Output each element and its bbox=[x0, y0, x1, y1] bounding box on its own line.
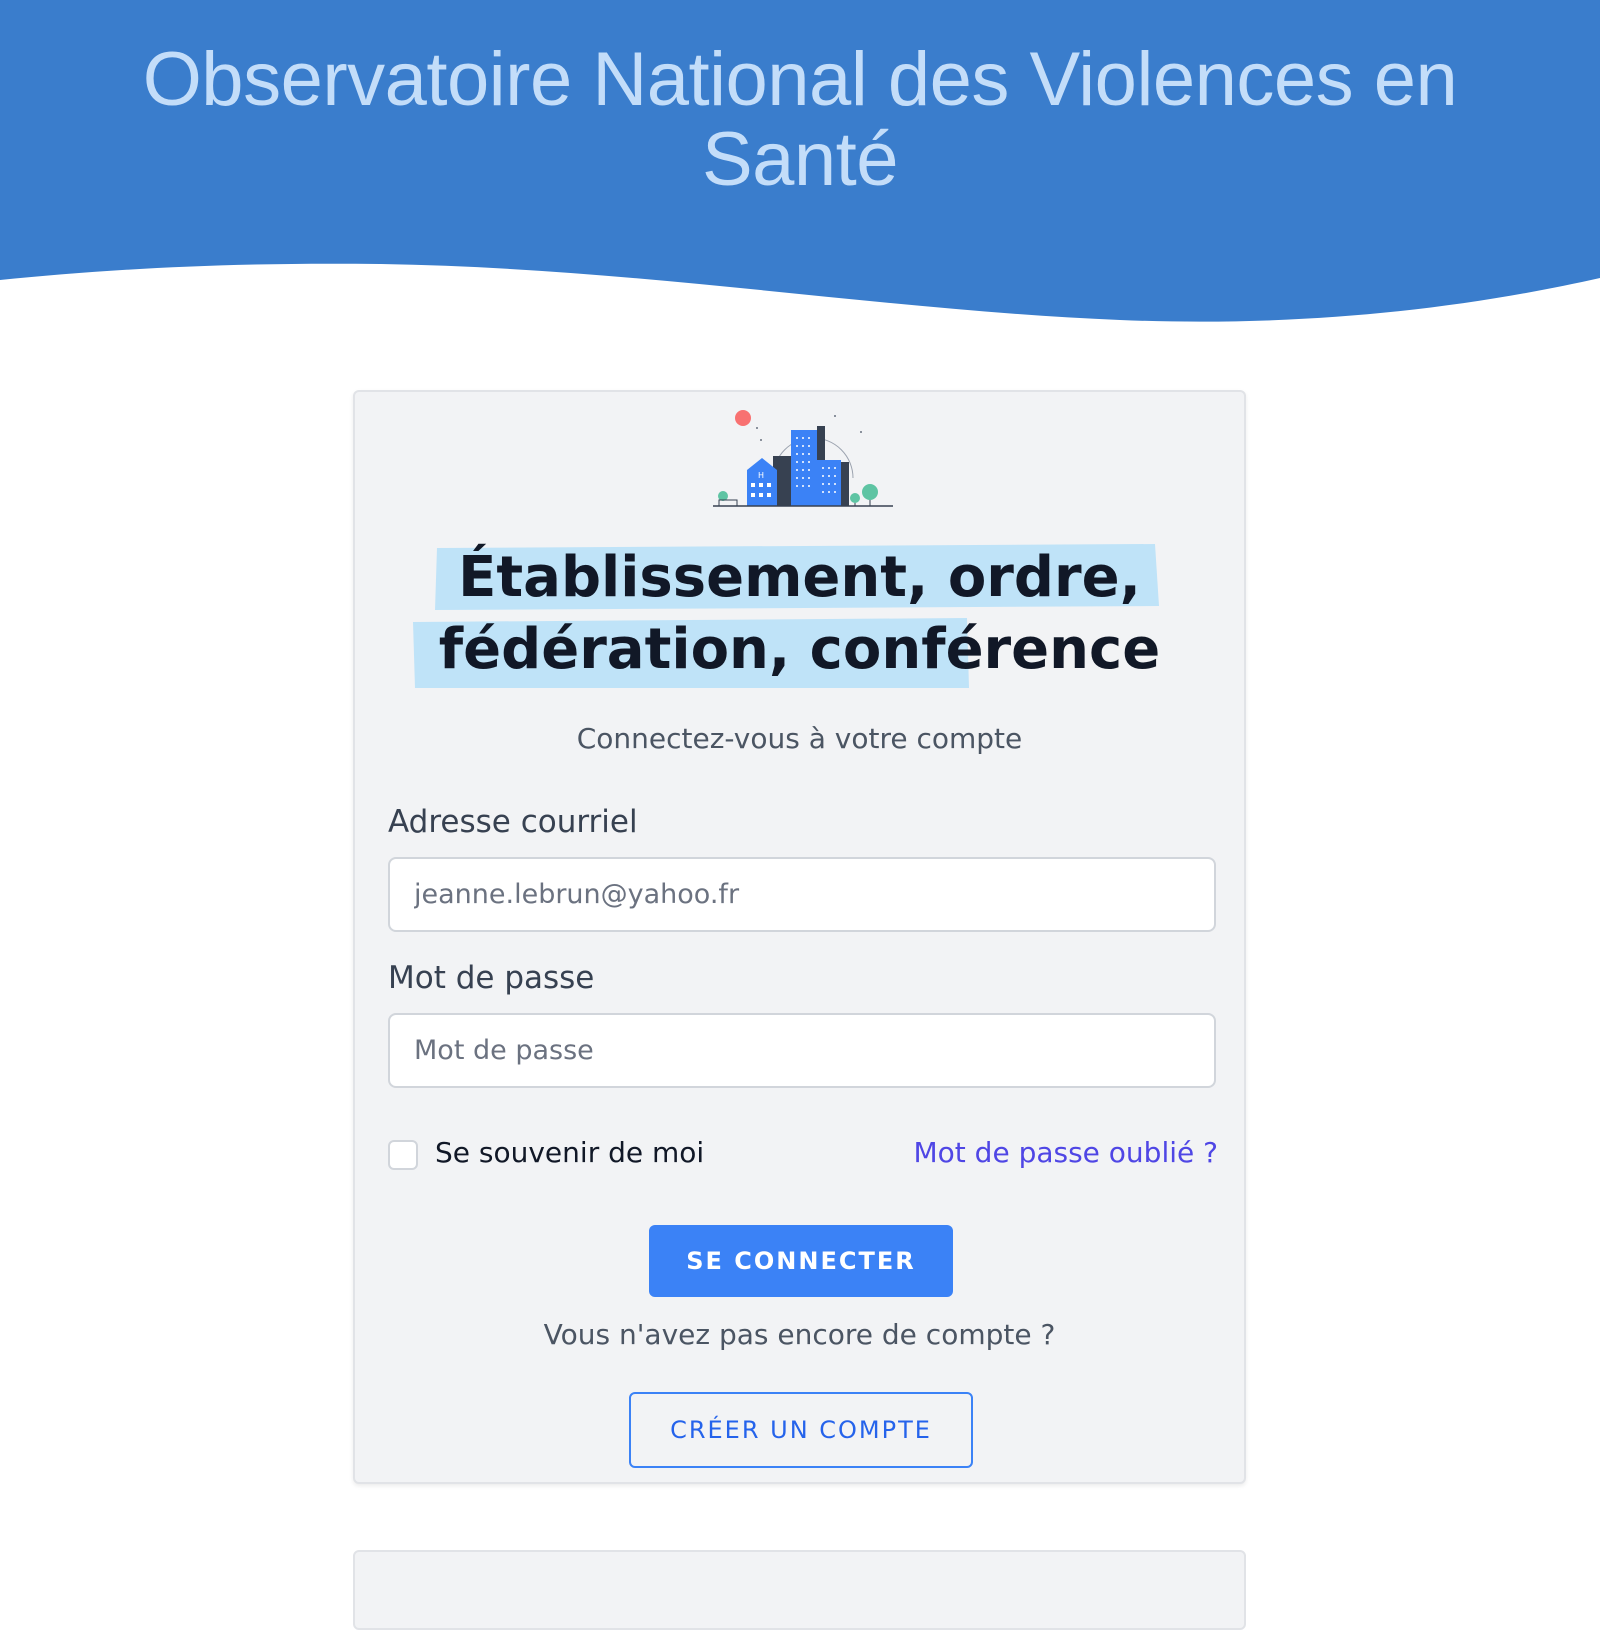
svg-text:H: H bbox=[758, 471, 764, 480]
secondary-card bbox=[353, 1550, 1246, 1630]
site-title: Observatoire National des Violences en S… bbox=[142, 37, 1458, 202]
forgot-password-link[interactable]: Mot de passe oublié ? bbox=[914, 1136, 1219, 1169]
password-field[interactable] bbox=[388, 1013, 1216, 1088]
heading-block: Établissement, ordre, fédération, confér… bbox=[355, 542, 1244, 702]
login-subtitle: Connectez-vous à votre compte bbox=[576, 722, 1023, 755]
email-label: Adresse courriel bbox=[388, 804, 638, 840]
remember-me-checkbox[interactable] bbox=[388, 1140, 418, 1170]
login-button[interactable]: SE CONNECTER bbox=[649, 1225, 953, 1297]
site-header: Observatoire National des Violences en S… bbox=[0, 0, 1600, 330]
remember-me-label[interactable]: Se souvenir de moi bbox=[435, 1136, 704, 1169]
no-account-text: Vous n'avez pas encore de compte ? bbox=[543, 1318, 1056, 1351]
create-account-button[interactable]: CRÉER UN COMPTE bbox=[629, 1392, 973, 1468]
password-label: Mot de passe bbox=[388, 960, 595, 996]
login-heading: Établissement, ordre, fédération, confér… bbox=[438, 545, 1161, 682]
hospital-buildings-icon: H bbox=[713, 410, 893, 507]
login-card: H Établissement, ordre, fédération, conf… bbox=[353, 390, 1246, 1484]
email-field[interactable] bbox=[388, 857, 1216, 932]
